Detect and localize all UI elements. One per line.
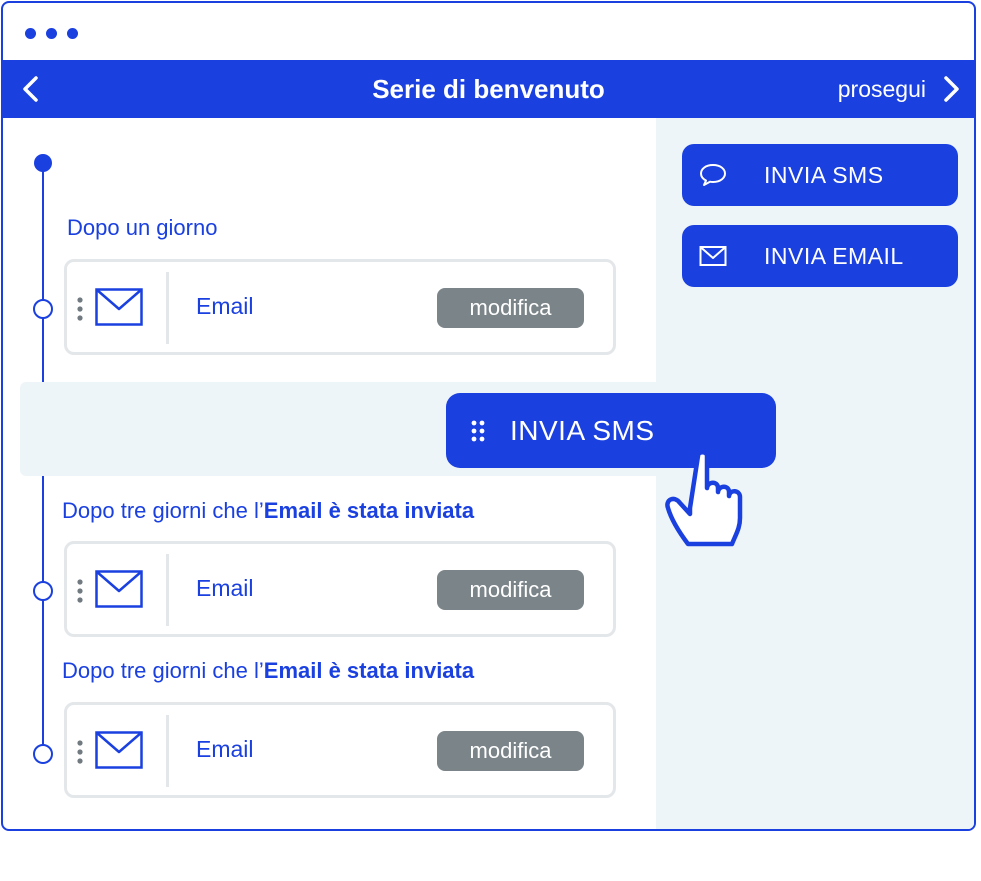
card-divider bbox=[166, 715, 169, 787]
step-delay-label: Dopo tre giorni che l’Email è stata invi… bbox=[62, 658, 474, 684]
timeline-line bbox=[42, 476, 44, 754]
card-title: Email bbox=[196, 575, 254, 601]
edit-button[interactable]: modifica bbox=[437, 570, 584, 610]
envelope-icon bbox=[95, 570, 143, 608]
edit-button[interactable]: modifica bbox=[437, 288, 584, 328]
step-delay-text: Dopo tre giorni che l’ bbox=[62, 658, 264, 683]
chevron-right-icon bbox=[944, 76, 959, 102]
window-dot-2[interactable] bbox=[46, 28, 57, 39]
drag-handle-icon bbox=[471, 420, 485, 441]
drag-handle-icon[interactable] bbox=[77, 296, 83, 322]
page-title: Serie di benvenuto bbox=[372, 74, 605, 104]
drag-handle-icon[interactable] bbox=[77, 739, 83, 765]
header-bar: Serie di benvenuto prosegui bbox=[3, 60, 974, 118]
step-delay-bold-text: Email è stata inviata bbox=[263, 498, 475, 523]
dragged-sms-label: INVIA SMS bbox=[510, 414, 655, 446]
drag-handle-icon[interactable] bbox=[77, 578, 83, 604]
timeline-node bbox=[33, 299, 53, 319]
send-email-label: INVIA EMAIL bbox=[764, 242, 904, 269]
card-divider bbox=[166, 554, 169, 626]
step-delay-text: Dopo un giorno bbox=[67, 215, 218, 240]
timeline-start-dot bbox=[34, 154, 52, 172]
step-delay-label: Dopo tre giorni che l’Email è stata invi… bbox=[62, 498, 474, 524]
card-divider bbox=[166, 272, 169, 344]
edit-button[interactable]: modifica bbox=[437, 731, 584, 771]
envelope-icon bbox=[95, 731, 143, 769]
send-sms-label: INVIA SMS bbox=[764, 161, 884, 188]
step-delay-label: Dopo un giorno bbox=[67, 215, 217, 241]
step-delay-text: Dopo tre giorni che l’ bbox=[62, 498, 264, 523]
send-email-button[interactable]: INVIA EMAIL bbox=[682, 225, 958, 287]
email-step-card[interactable]: Email modifica bbox=[64, 702, 616, 798]
email-step-card[interactable]: Email modifica bbox=[64, 259, 616, 355]
speech-bubble-icon bbox=[700, 164, 726, 186]
window-controls bbox=[25, 28, 78, 39]
continue-label: prosegui bbox=[837, 75, 926, 102]
envelope-icon bbox=[699, 246, 727, 266]
timeline-line bbox=[42, 162, 44, 382]
email-step-card[interactable]: Email modifica bbox=[64, 541, 616, 637]
window-dot-1[interactable] bbox=[25, 28, 36, 39]
continue-button[interactable]: prosegui bbox=[838, 60, 962, 118]
send-sms-button[interactable]: INVIA SMS bbox=[682, 144, 958, 206]
hand-pointer-icon bbox=[665, 450, 743, 547]
timeline-node bbox=[33, 744, 53, 764]
step-delay-bold-text: Email è stata inviata bbox=[263, 658, 475, 683]
timeline-node bbox=[33, 581, 53, 601]
card-title: Email bbox=[196, 736, 254, 762]
envelope-icon bbox=[95, 288, 143, 326]
card-title: Email bbox=[196, 293, 254, 319]
window-dot-3[interactable] bbox=[67, 28, 78, 39]
